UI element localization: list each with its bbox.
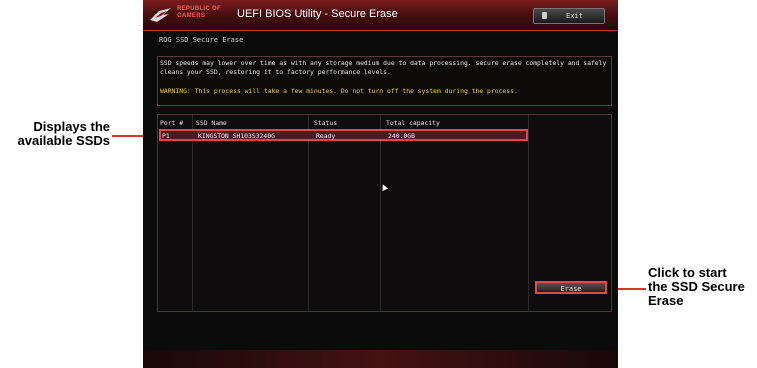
page-title: UEFI BIOS Utility - Secure Erase bbox=[237, 8, 398, 20]
exit-button[interactable]: Exit bbox=[533, 8, 605, 24]
description-text: SSD speeds may lower over time as with a… bbox=[160, 59, 607, 76]
column-divider bbox=[380, 115, 381, 311]
column-header-ssd-name: SSD Name bbox=[196, 119, 227, 127]
section-title: ROG SSD Secure Erase bbox=[159, 36, 244, 44]
callout-line: the SSD Secure bbox=[648, 279, 745, 294]
power-icon bbox=[542, 12, 547, 19]
callout-secure-erase: Click to start the SSD Secure Erase bbox=[648, 266, 756, 308]
erase-button[interactable]: Erase bbox=[535, 281, 607, 294]
cell-status: Ready bbox=[316, 132, 336, 140]
ssd-list-panel: Port # SSD Name Status Total capacity P1… bbox=[157, 114, 612, 312]
column-divider bbox=[308, 115, 309, 311]
info-panel: SSD speeds may lower over time as with a… bbox=[157, 56, 612, 106]
column-divider bbox=[528, 115, 529, 311]
header-bar: REPUBLIC OF GAMERS UEFI BIOS Utility - S… bbox=[143, 0, 618, 31]
column-header-capacity: Total capacity bbox=[386, 119, 440, 127]
cell-capacity: 240.0GB bbox=[388, 132, 415, 140]
callout-line: Displays the bbox=[33, 119, 110, 134]
cell-ssd-name: KINGSTON SH103S3240G bbox=[198, 132, 275, 140]
exit-label: Exit bbox=[566, 12, 583, 20]
column-header-status: Status bbox=[314, 119, 338, 127]
callout-line: Erase bbox=[648, 293, 684, 308]
bios-screen: REPUBLIC OF GAMERS UEFI BIOS Utility - S… bbox=[143, 0, 618, 368]
cell-port: P1 bbox=[162, 132, 170, 140]
brand-text: REPUBLIC OF GAMERS bbox=[177, 6, 221, 19]
callout-available-ssds: Displays the available SSDs bbox=[0, 119, 111, 148]
callout-line: available SSDs bbox=[17, 133, 111, 148]
table-row[interactable]: P1 KINGSTON SH103S3240G Ready 240.0GB bbox=[159, 129, 528, 141]
warning-text: WARNING: This process will take a few mi… bbox=[160, 87, 518, 95]
column-divider bbox=[192, 115, 193, 311]
callout-line: Click to start bbox=[648, 265, 727, 280]
rog-eye-logo-icon bbox=[150, 8, 171, 22]
footer-decoration bbox=[143, 350, 618, 368]
column-header-port: Port # bbox=[160, 119, 184, 127]
